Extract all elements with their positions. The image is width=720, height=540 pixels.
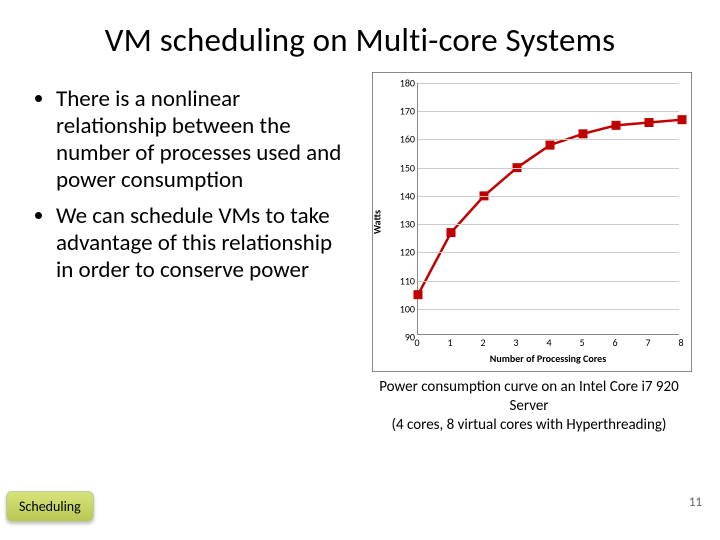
grid-line (418, 252, 679, 253)
grid-line (418, 196, 679, 197)
page-number: 11 (689, 495, 702, 510)
x-tick-label: 1 (447, 336, 452, 349)
chart-caption: Power consumption curve on an Intel Core… (366, 378, 692, 434)
x-tick-label: 6 (612, 336, 617, 349)
y-tick-label: 100 (391, 302, 415, 315)
x-tick-label: 2 (480, 336, 485, 349)
y-tick-label: 130 (391, 218, 415, 231)
x-tick-label: 4 (546, 336, 551, 349)
scheduling-badge: Scheduling (6, 491, 94, 522)
data-marker (447, 228, 456, 237)
grid-line (418, 281, 679, 282)
x-tick-label: 0 (414, 336, 419, 349)
chart-box: Watts Number of Processing Cores 9010011… (372, 72, 692, 372)
y-tick-label: 170 (391, 105, 415, 118)
data-marker (612, 121, 621, 130)
x-tick-label: 8 (678, 336, 683, 349)
plot-area (417, 83, 679, 335)
grid-line (418, 139, 679, 140)
data-marker (414, 290, 423, 299)
x-axis-label: Number of Processing Cores (417, 352, 679, 365)
data-marker (678, 115, 687, 124)
y-tick-label: 140 (391, 189, 415, 202)
text-column: There is a nonlinear relationship betwee… (44, 72, 350, 434)
y-tick-label: 110 (391, 274, 415, 287)
bullet-item: We can schedule VMs to take advantage of… (56, 203, 350, 284)
x-tick-label: 3 (513, 336, 518, 349)
slide-title: VM scheduling on Multi-core Systems (0, 0, 720, 72)
line-series (418, 83, 679, 334)
bullet-item: There is a nonlinear relationship betwee… (56, 86, 350, 195)
grid-line (418, 111, 679, 112)
grid-line (418, 309, 679, 310)
x-tick-label: 7 (645, 336, 650, 349)
y-tick-label: 90 (391, 331, 415, 344)
y-tick-label: 150 (391, 161, 415, 174)
y-tick-label: 160 (391, 133, 415, 146)
bullet-list: There is a nonlinear relationship betwee… (44, 86, 350, 284)
x-tick-label: 5 (579, 336, 584, 349)
grid-line (418, 83, 679, 84)
y-tick-label: 180 (391, 77, 415, 90)
grid-line (418, 168, 679, 169)
grid-line (418, 224, 679, 225)
data-marker (546, 141, 555, 150)
chart-column: Watts Number of Processing Cores 9010011… (350, 72, 702, 434)
data-marker (579, 129, 588, 138)
y-axis-label: Watts (371, 210, 384, 234)
y-tick-label: 120 (391, 246, 415, 259)
data-marker (645, 118, 654, 127)
content-row: There is a nonlinear relationship betwee… (0, 72, 720, 434)
